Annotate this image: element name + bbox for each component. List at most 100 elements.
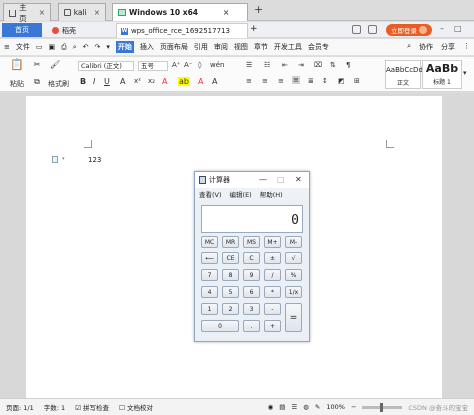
key-m-plus[interactable]: M+ [264,236,281,248]
subscript-icon[interactable]: x₂ [148,77,155,85]
vm-tab-windows10[interactable]: Windows 10 x64 × [112,3,248,21]
font-select[interactable]: Calibri (正文) [78,61,134,71]
close-icon[interactable]: × [223,8,229,17]
vm-tab-kali[interactable]: kali × [58,3,106,21]
align-left-icon[interactable]: ≡ [246,77,252,85]
key-subtract[interactable]: - [264,303,281,315]
wps-home-tab[interactable]: 首页 [2,23,42,37]
strikethrough-icon[interactable]: A [120,77,125,86]
outline-icon[interactable]: ☰ [291,403,297,411]
key-7[interactable]: 7 [201,269,218,281]
vm-tab-home[interactable]: 主页 × [3,3,51,23]
key-3[interactable]: 3 [243,303,260,315]
menu-insert[interactable]: 插入 [140,42,154,52]
daoke-tab[interactable]: 稻壳 [48,23,112,38]
spell-check[interactable]: ☑ 拼写检查 [75,402,109,412]
menu-review[interactable]: 审阅 [214,42,228,52]
italic-icon[interactable]: I [93,77,95,86]
key-8[interactable]: 8 [222,269,239,281]
document-text[interactable]: 123 [88,156,101,164]
dropdown-icon[interactable]: ▾ [62,156,65,162]
save-icon[interactable]: ▣ [49,43,56,51]
zoom-out-icon[interactable]: − [351,403,356,411]
zoom-slider[interactable] [362,402,403,412]
menu-file[interactable]: 文件 [16,42,30,52]
collab-button[interactable]: 协作 [419,42,433,52]
border-icon[interactable]: ⊞ [354,77,360,85]
key-plus-minus[interactable]: ± [264,252,281,264]
key-divide[interactable]: / [264,269,281,281]
clear-format-icon[interactable]: ◊ [198,61,201,69]
calc-menu-help[interactable]: 帮助(H) [260,189,283,199]
key-multiply[interactable]: * [264,286,281,298]
increase-indent-icon[interactable]: ⇥ [298,61,304,69]
key-add[interactable]: + [264,320,281,332]
redo-icon[interactable]: ↷ [95,43,101,51]
window-layout-icon[interactable] [352,25,361,34]
minimize-icon[interactable]: – [440,24,444,33]
style-heading1[interactable]: AaBb 标题 1 [422,60,462,89]
menu-chapter[interactable]: 章节 [254,42,268,52]
menu-developer[interactable]: 开发工具 [274,42,302,52]
key-4[interactable]: 4 [201,286,218,298]
bold-icon[interactable]: B [80,77,86,86]
show-marks-icon[interactable]: ¶ [346,61,350,69]
align-right-icon[interactable]: ≡ [278,77,284,85]
copy-icon[interactable]: ⧉ [32,77,42,87]
more-icon[interactable]: ⋮ [463,42,470,52]
key-1[interactable]: 1 [201,303,218,315]
key-c[interactable]: C [243,252,260,264]
key-sqrt[interactable]: √ [285,252,302,264]
key-ms[interactable]: MS [243,236,260,248]
zoom-level[interactable]: 100% [326,403,345,411]
number-list-icon[interactable]: ☷ [264,61,270,69]
key-m-minus[interactable]: M- [285,236,302,248]
key-5[interactable]: 5 [222,286,239,298]
grow-font-icon[interactable]: A⁺ [172,61,180,69]
hamburger-icon[interactable]: ≡ [4,43,10,51]
calc-menu-view[interactable]: 查看(V) [199,189,222,199]
page-view-icon[interactable]: ▤ [279,403,285,411]
new-document-icon[interactable]: + [250,24,258,34]
close-icon[interactable]: × [39,8,45,17]
chinese-layout-icon[interactable]: ⌧ [314,61,322,69]
open-folder-icon[interactable]: ▭ [36,43,43,51]
underline-icon[interactable]: U [104,77,110,86]
doc-proofread[interactable]: ☐ 文档校对 [119,402,153,412]
maximize-icon[interactable]: □ [277,175,285,184]
key-percent[interactable]: % [285,269,302,281]
format-painter-button[interactable]: 格式刷 [48,79,69,89]
key-9[interactable]: 9 [243,269,260,281]
align-center-icon[interactable]: ≡ [262,77,268,85]
paste-icon[interactable]: 📋 [10,59,24,74]
word-count[interactable]: 字数: 1 [44,402,65,412]
justify-icon[interactable]: ≡ [292,76,300,84]
bullet-list-icon[interactable]: ☰ [246,61,252,69]
key-0[interactable]: 0 [201,320,239,332]
key-decimal[interactable]: . [243,320,260,332]
calc-menu-edit[interactable]: 编辑(E) [230,189,252,199]
key-mr[interactable]: MR [222,236,239,248]
menu-reference[interactable]: 引用 [194,42,208,52]
key-mc[interactable]: MC [201,236,218,248]
close-icon[interactable]: × [94,8,100,17]
eye-icon[interactable]: ◉ [268,403,274,411]
line-spacing-icon[interactable]: ↕ [322,77,328,85]
sort-icon[interactable]: ⇅ [330,61,336,69]
key-reciprocal[interactable]: 1/x [285,286,302,298]
font-color-icon[interactable]: A [162,77,167,86]
calculator-titlebar[interactable]: 计算器 — □ ✕ [195,172,309,188]
text-effect-icon[interactable]: A [198,77,203,86]
highlight-icon[interactable]: ab [178,77,190,86]
undo-icon[interactable]: ↶ [83,43,89,51]
write-mode-icon[interactable]: ✎ [315,403,320,411]
shading-icon[interactable]: ◩ [338,77,345,85]
font-size-select[interactable]: 五号 [138,61,168,71]
key-6[interactable]: 6 [243,286,260,298]
menu-start[interactable]: 开始 [115,41,134,53]
shrink-font-icon[interactable]: A⁻ [184,61,192,69]
search-icon[interactable]: ⌕ [407,42,411,52]
menu-member[interactable]: 会员专 [308,42,329,52]
key-equals[interactable]: = [285,303,302,332]
print-icon[interactable]: ⎙ [61,43,67,52]
